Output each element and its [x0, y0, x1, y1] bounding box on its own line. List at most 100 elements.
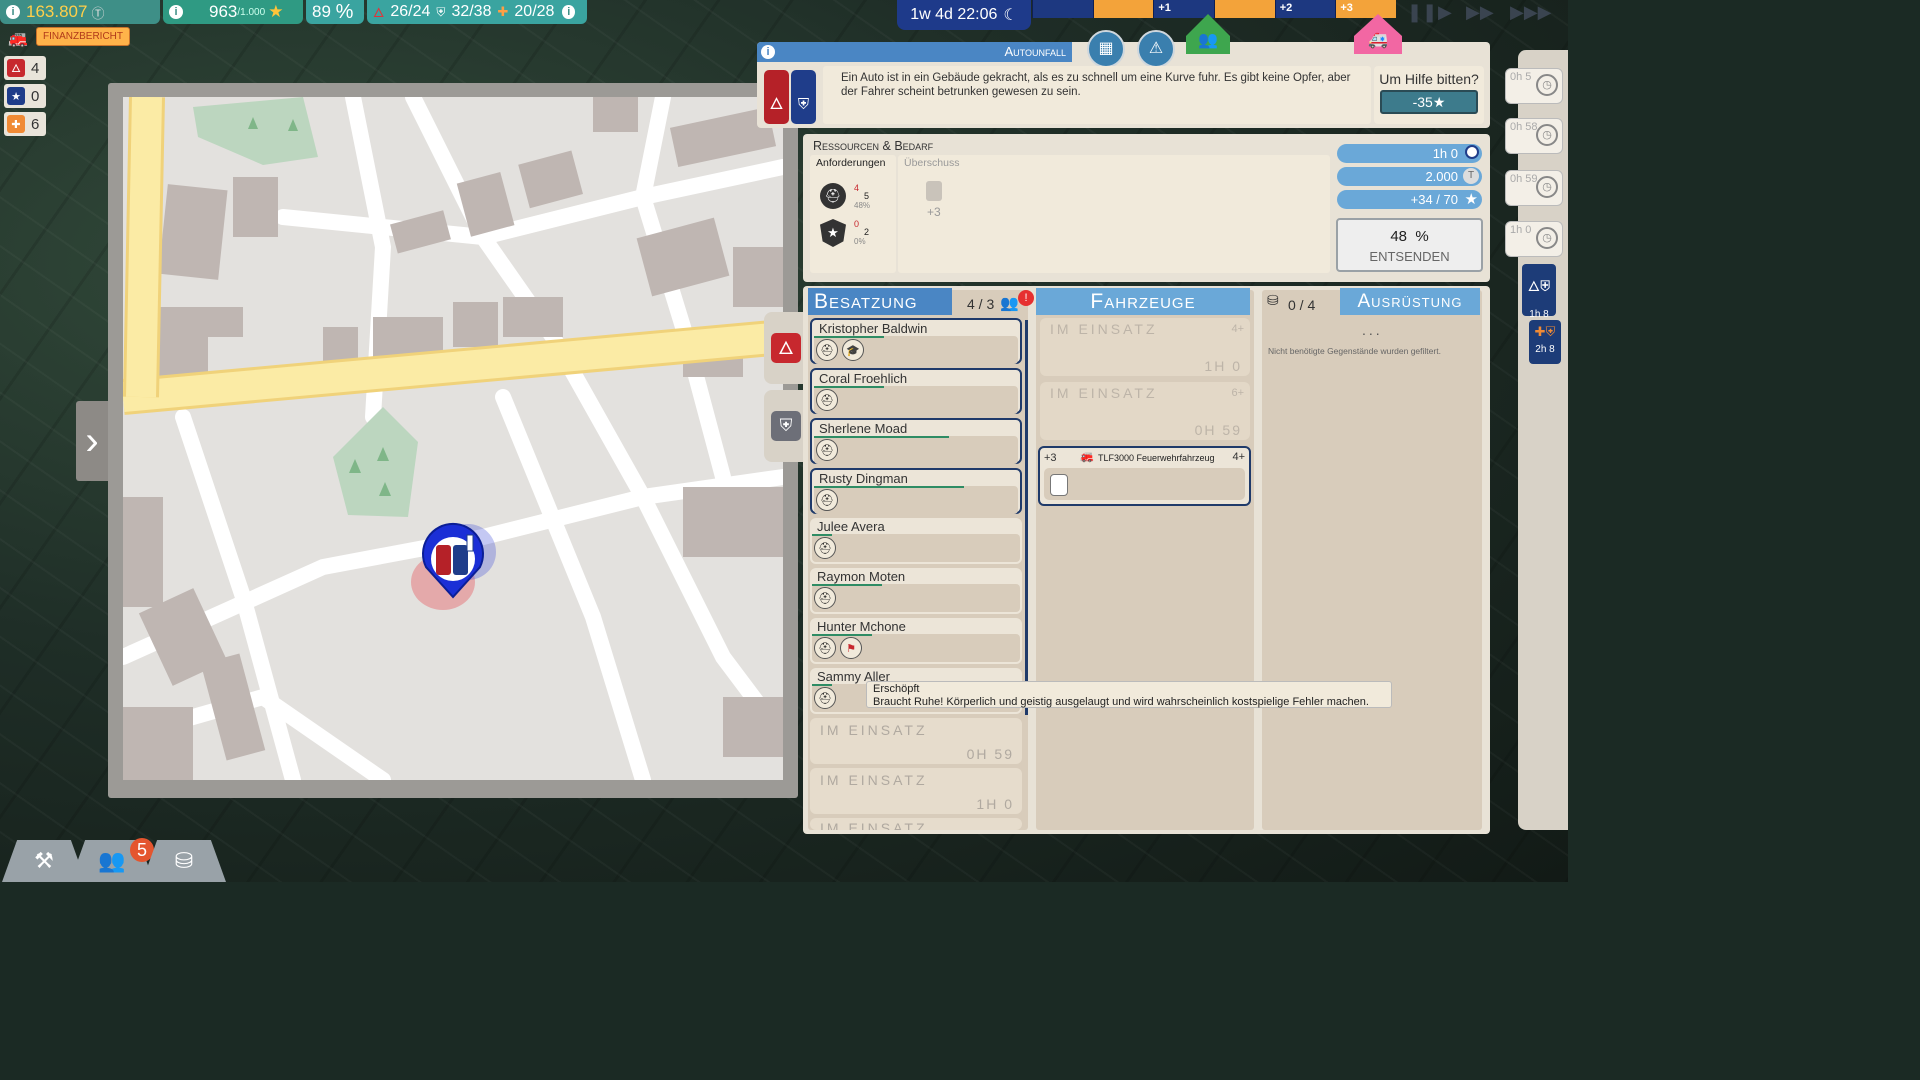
police-count: 0 — [31, 87, 40, 105]
crew-member-card[interactable]: Julee Avera ⛑ — [810, 518, 1022, 564]
medic-police-icon: ✚⛨ — [1534, 324, 1556, 339]
equipment-bag-icon: ⛁ — [1267, 292, 1279, 308]
crew-member-card[interactable]: Sherlene Moad ⛑ — [810, 418, 1022, 464]
busy-label: IM EINSATZ — [820, 772, 928, 788]
building-icon[interactable]: ▦ — [1087, 30, 1125, 68]
vehicle-name: TLF3000 Feuerwehrfahrzeug — [1098, 453, 1215, 463]
incident-title-bar: i Autounfall — [757, 42, 1072, 62]
crew-title: Besatzung — [814, 290, 918, 313]
police-icon: ⛨ — [436, 4, 446, 19]
crew-member-bar — [814, 436, 1018, 464]
timer-icon: ◷ — [1536, 124, 1558, 146]
vehicle-capacity: 4+ — [1232, 451, 1245, 463]
fire-units: 26/24 — [390, 3, 431, 20]
medic-counter[interactable]: ✚ 6 — [4, 112, 46, 136]
timeline-segment: +2 — [1274, 0, 1336, 18]
side-counters: 🜂 4 ★ 0 ✚ 6 — [4, 56, 46, 140]
medic-units: 20/28 — [514, 3, 555, 20]
vehicle-capacity: 6+ — [1231, 387, 1244, 399]
timeline-mark: +1 — [1158, 2, 1171, 14]
crew-member-card[interactable]: Kristopher Baldwin ⛑ 🎓 — [810, 318, 1022, 364]
firefighter-helmet-icon: ⛑ — [820, 183, 846, 209]
chevron-right-icon: › — [85, 418, 99, 463]
timeline-segment — [1214, 0, 1275, 18]
timeline-segment: +1 — [1153, 0, 1214, 18]
crew-member-name: Kristopher Baldwin — [819, 321, 928, 336]
game-clock: 1w 4d 22:06 ☾ — [897, 0, 1031, 30]
police-counter[interactable]: ★ 0 — [4, 84, 46, 108]
queue-item[interactable]: 1h 0 ◷ — [1505, 221, 1563, 257]
queue-item[interactable]: 0h 59 ◷ — [1505, 170, 1563, 206]
info-icon[interactable]: i — [6, 5, 20, 19]
map-collapse-button[interactable]: › — [76, 401, 108, 481]
staff-notification-badge: 5 — [130, 838, 154, 862]
crew-alert-badge[interactable]: ! — [1018, 290, 1034, 306]
fire-icon: 🜂 — [373, 5, 385, 20]
req-have: 4 — [854, 183, 860, 193]
firefighter-skill-icon: ⛑ — [814, 687, 836, 709]
crew-member-name: Sherlene Moad — [819, 421, 908, 436]
top-bar: i 163.807 Ⓣ i 963 /1.000 ★ 89 % 🜂 26/24 ⛨… — [0, 0, 587, 24]
busy-time: 0H 59 — [1194, 422, 1242, 438]
stamina-bar — [814, 486, 964, 488]
stars-display[interactable]: i 963 /1.000 ★ — [163, 0, 303, 24]
medic-icon: ✚ — [497, 4, 509, 19]
resources-title: Ressourcen & Bedarf — [813, 139, 934, 153]
queue-item[interactable]: 0h 5 ◷ — [1505, 68, 1563, 104]
requirements-box: Anforderungen ⛑ 4 5 48% ★ 0 2 0% — [810, 155, 896, 273]
finance-report-button[interactable]: FINANZBERICHT — [36, 27, 130, 46]
crew-scrollbar[interactable] — [1025, 320, 1028, 715]
stamina-bar — [812, 534, 832, 536]
surplus-value: +3 — [927, 205, 941, 219]
fire-category-tab[interactable]: 🜂 — [764, 312, 808, 384]
selected-vehicle-card[interactable]: +3 🚒 TLF3000 Feuerwehrfahrzeug 4+ — [1038, 446, 1251, 506]
crew-member-bar — [814, 486, 1018, 514]
star-icon: ★ — [268, 2, 284, 21]
crew-member-name: Raymon Moten — [817, 569, 906, 584]
crew-member-card[interactable]: Raymon Moten ⛑ — [810, 568, 1022, 614]
equipment-icon: ⛁ — [174, 848, 194, 873]
clock-icon — [1465, 145, 1479, 159]
req-have: 0 — [854, 219, 860, 229]
active-case-card[interactable]: ✚⛨ 2h 8 — [1529, 320, 1561, 364]
queue-item[interactable]: 0h 58 ◷ — [1505, 118, 1563, 154]
money-display[interactable]: i 163.807 Ⓣ — [0, 0, 160, 24]
timeline[interactable]: +1 +2 +3 — [1032, 0, 1397, 18]
exhausted-tooltip: Erschöpft Braucht Ruhe! Körperlich und g… — [866, 681, 1392, 708]
pause-button[interactable]: ❚❚ — [1407, 2, 1437, 23]
active-case-card[interactable]: 🜂⛨ 1h 8 — [1522, 264, 1556, 320]
info-icon[interactable]: i — [562, 5, 575, 19]
play-button[interactable]: ▶ — [1438, 2, 1452, 23]
surplus-label: Überschuss — [904, 157, 960, 169]
incident-map[interactable] — [123, 97, 783, 780]
fast-forward-button[interactable]: ▶▶ — [1466, 2, 1494, 23]
equipment-slot-icon[interactable] — [1050, 474, 1068, 496]
timeline-mark: +2 — [1279, 2, 1293, 14]
units-display[interactable]: 🜂 26/24 ⛨ 32/38 ✚ 20/28 i — [367, 0, 587, 24]
equipment-title: Ausrüstung — [1357, 291, 1463, 312]
crew-member-bar — [812, 534, 1020, 562]
fastest-forward-button[interactable]: ▶▶▶ — [1510, 2, 1552, 23]
incident-queue — [1518, 50, 1568, 830]
finance-icon: 🚒 — [8, 31, 28, 48]
crew-member-card[interactable]: Coral Froehlich ⛑ — [810, 368, 1022, 414]
crew-member-card[interactable]: Rusty Dingman ⛑ — [810, 468, 1022, 514]
busy-label: IM EINSATZ — [820, 722, 928, 738]
surplus-box: Überschuss +3 — [898, 155, 1330, 273]
fire-counter[interactable]: 🜂 4 — [4, 56, 46, 80]
fire-count: 4 — [31, 59, 40, 77]
crew-member-card[interactable]: Hunter Mchone ⛑ ⚑ — [810, 618, 1022, 664]
busy-crew-card: IM EINSATZ 1H 0 — [810, 768, 1022, 814]
coin-icon: Ⓣ — [91, 5, 105, 21]
crew-icon: 👥 — [1000, 295, 1019, 312]
vehicles-header: Fahrzeuge — [1036, 288, 1250, 315]
info-icon[interactable]: i — [169, 5, 183, 19]
vehicle-bonus: +3 — [1044, 452, 1057, 464]
satisfaction-display[interactable]: 89 % — [306, 0, 364, 24]
timer-icon: ◷ — [1536, 227, 1558, 249]
dispatch-button[interactable]: 48 % ENTSENDEN — [1336, 218, 1483, 272]
info-icon[interactable]: i — [761, 45, 775, 59]
alert-icon[interactable]: ⚠ — [1137, 30, 1175, 68]
police-category-tab[interactable]: ⛨ — [764, 390, 808, 462]
ask-help-button[interactable]: -35★ — [1380, 90, 1478, 114]
